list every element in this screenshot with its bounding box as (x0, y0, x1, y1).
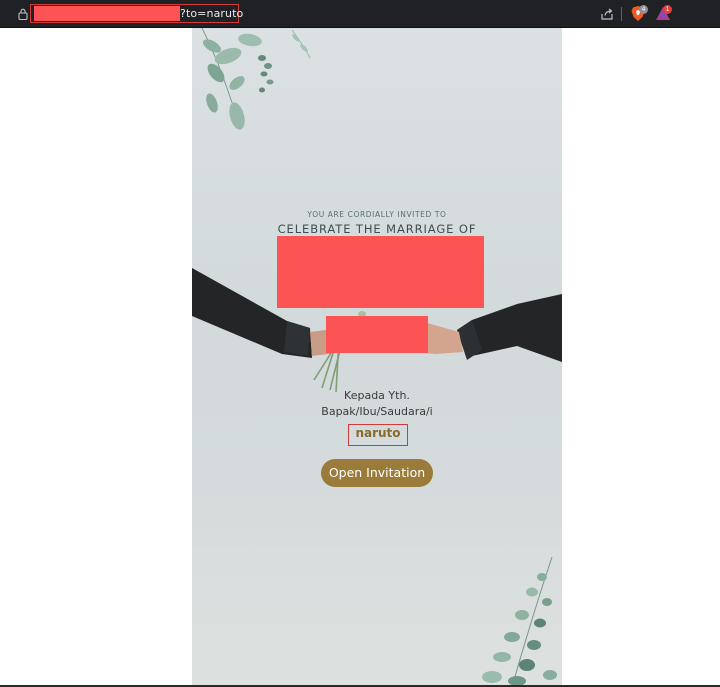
recipient-line-2: Bapak/Ibu/Saudara/i (321, 405, 433, 418)
top-leaves-decoration (201, 28, 311, 130)
bottom-leaves-decoration (482, 557, 557, 687)
toolbar-separator (621, 7, 622, 21)
share-icon[interactable] (600, 7, 614, 21)
lock-icon (18, 8, 28, 20)
browser-toolbar: ?to=naruto 4 1 (0, 0, 720, 28)
invitation-page: YOU ARE CORDIALLY INVITED TO CELEBRATE T… (192, 28, 562, 687)
couple-names-redaction (277, 236, 484, 308)
date-redaction (326, 316, 428, 353)
shields-count-badge: 4 (639, 5, 648, 14)
open-invitation-button[interactable]: Open Invitation (321, 459, 433, 487)
recipient-line-1: Kepada Yth. (344, 389, 410, 402)
invite-subtitle: YOU ARE CORDIALLY INVITED TO (307, 210, 447, 219)
guest-name: naruto (355, 426, 401, 440)
rewards-count-badge: 1 (663, 5, 672, 14)
url-query-text: ?to=naruto (180, 7, 244, 20)
invite-title: CELEBRATE THE MARRIAGE OF (277, 222, 477, 236)
url-redaction (34, 6, 180, 21)
